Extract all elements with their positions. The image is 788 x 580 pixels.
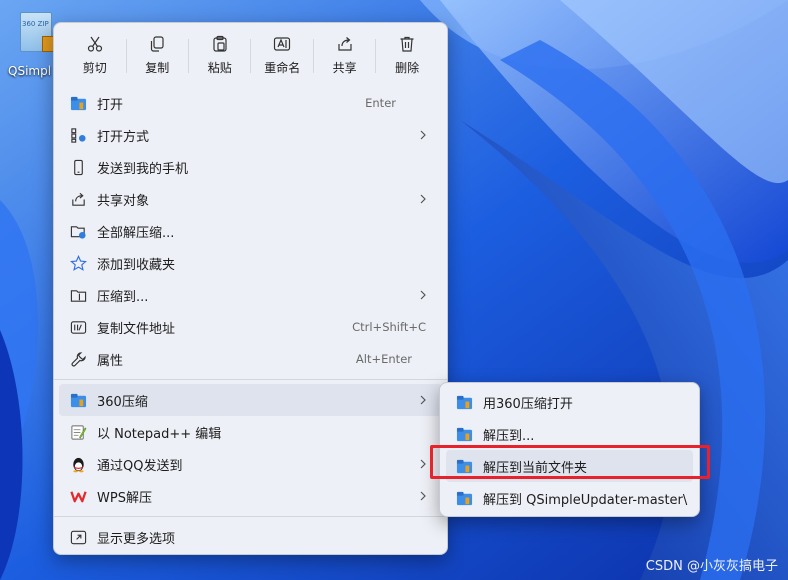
menu-divider xyxy=(54,379,447,380)
menu-item-add-favorites[interactable]: 添加到收藏夹 xyxy=(59,247,442,279)
submenu-item-open-with-360[interactable]: 用360压缩打开 xyxy=(446,386,693,418)
menu-item-copy-path[interactable]: 复制文件地址 Ctrl+Shift+C xyxy=(59,311,442,343)
share-icon xyxy=(71,192,85,206)
submenu-item-label: 解压到... xyxy=(483,428,535,444)
context-menu: 剪切 复制 粘贴 重命名 共享 删除 打开 Enter 打开方式 发送到我的手机… xyxy=(53,22,448,555)
menu-item-open-with[interactable]: 打开方式 xyxy=(59,119,442,151)
copy-label: 复制 xyxy=(145,61,170,75)
submenu-item-label: 用360压缩打开 xyxy=(483,396,573,412)
menu-item-label: 全部解压缩... xyxy=(97,225,175,241)
chevron-right-icon xyxy=(420,130,426,140)
chevron-right-icon xyxy=(420,194,426,204)
shortcut-text: Alt+Enter xyxy=(355,352,412,366)
copy-path-icon xyxy=(70,320,86,334)
rename-icon xyxy=(274,37,291,51)
desktop-file-label: QSimpl xyxy=(8,64,52,78)
chevron-right-icon xyxy=(420,395,426,405)
share-icon xyxy=(338,37,352,51)
submenu-item-label: 解压到 QSimpleUpdater-master\ xyxy=(483,492,688,508)
menu-item-share-with[interactable]: 共享对象 xyxy=(59,183,442,215)
menu-item-label: 打开方式 xyxy=(97,129,150,145)
menu-item-label: 360压缩 xyxy=(97,394,148,410)
menu-item-label: 通过QQ发送到 xyxy=(97,458,183,474)
menu-item-label: WPS解压 xyxy=(97,490,152,506)
more-options-icon xyxy=(70,530,86,544)
menu-item-extract-all[interactable]: 全部解压缩... xyxy=(59,215,442,247)
chevron-right-icon xyxy=(420,290,426,300)
zip-archive-icon xyxy=(456,395,473,409)
copy-button[interactable]: 复制 xyxy=(126,31,188,79)
wps-icon xyxy=(69,490,87,502)
paste-button[interactable]: 粘贴 xyxy=(189,31,251,79)
highlight-box xyxy=(430,445,710,479)
menu-item-label: 共享对象 xyxy=(97,193,150,209)
wrench-icon xyxy=(71,351,86,366)
menu-item-label: 复制文件地址 xyxy=(97,321,176,337)
menu-item-open[interactable]: 打开 Enter xyxy=(59,87,442,119)
chevron-right-icon xyxy=(420,459,426,469)
shortcut-text: Enter xyxy=(365,96,396,110)
menu-item-more-options[interactable]: 显示更多选项 xyxy=(59,521,442,553)
extract-folder-icon xyxy=(70,225,86,239)
menu-item-properties[interactable]: 属性 Alt+Enter xyxy=(59,343,442,375)
zip-archive-icon xyxy=(456,491,473,505)
share-label: 共享 xyxy=(332,61,357,75)
menu-item-notepadpp[interactable]: 以 Notepad++ 编辑 xyxy=(59,416,442,448)
context-menu-items: 打开 Enter 打开方式 发送到我的手机 共享对象 全部解压缩... 添加到收… xyxy=(54,87,447,553)
cut-label: 剪切 xyxy=(82,61,107,75)
cut-button[interactable]: 剪切 xyxy=(64,31,126,79)
menu-item-wps-extract[interactable]: WPS解压 xyxy=(59,480,442,512)
phone-icon xyxy=(73,159,83,175)
rename-button[interactable]: 重命名 xyxy=(251,31,313,79)
delete-label: 删除 xyxy=(395,61,420,75)
notepadpp-icon xyxy=(70,424,86,440)
delete-button[interactable]: 删除 xyxy=(376,31,438,79)
menu-item-label: 打开 xyxy=(97,97,124,113)
zip-icon-badge-text: 360 ZIP xyxy=(22,20,49,28)
paste-icon xyxy=(213,35,227,52)
submenu-item-extract-to-folder[interactable]: 解压到 QSimpleUpdater-master\ xyxy=(446,482,693,514)
rename-label: 重命名 xyxy=(264,61,301,75)
star-icon xyxy=(69,254,87,271)
share-button[interactable]: 共享 xyxy=(314,31,376,79)
shortcut-text: Ctrl+Shift+C xyxy=(352,320,426,334)
zip-archive-icon xyxy=(70,393,86,407)
watermark-text: CSDN @小灰灰搞电子 xyxy=(645,559,778,574)
menu-divider xyxy=(54,516,447,517)
qq-penguin-icon xyxy=(72,457,84,472)
context-menu-toolbar: 剪切 复制 粘贴 重命名 共享 删除 xyxy=(64,31,438,79)
open-with-icon xyxy=(70,127,86,143)
compress-folder-icon xyxy=(70,289,86,302)
paste-label: 粘贴 xyxy=(207,61,232,75)
copy-icon xyxy=(151,36,164,52)
menu-item-label: 显示更多选项 xyxy=(97,531,176,547)
menu-item-compress-to[interactable]: 压缩到... xyxy=(59,279,442,311)
cut-icon xyxy=(87,36,102,52)
delete-icon xyxy=(400,36,414,52)
menu-item-label: 属性 xyxy=(97,353,124,369)
menu-item-send-to-phone[interactable]: 发送到我的手机 xyxy=(59,151,442,183)
chevron-right-icon xyxy=(420,491,426,501)
menu-item-label: 添加到收藏夹 xyxy=(97,257,176,273)
zip-archive-icon xyxy=(456,427,473,441)
menu-item-label: 压缩到... xyxy=(97,289,149,305)
menu-item-label: 发送到我的手机 xyxy=(97,161,189,177)
menu-item-label: 以 Notepad++ 编辑 xyxy=(97,426,222,442)
menu-item-send-qq[interactable]: 通过QQ发送到 xyxy=(59,448,442,480)
menu-item-360zip[interactable]: 360压缩 xyxy=(59,384,442,416)
zip-archive-icon xyxy=(70,96,86,110)
